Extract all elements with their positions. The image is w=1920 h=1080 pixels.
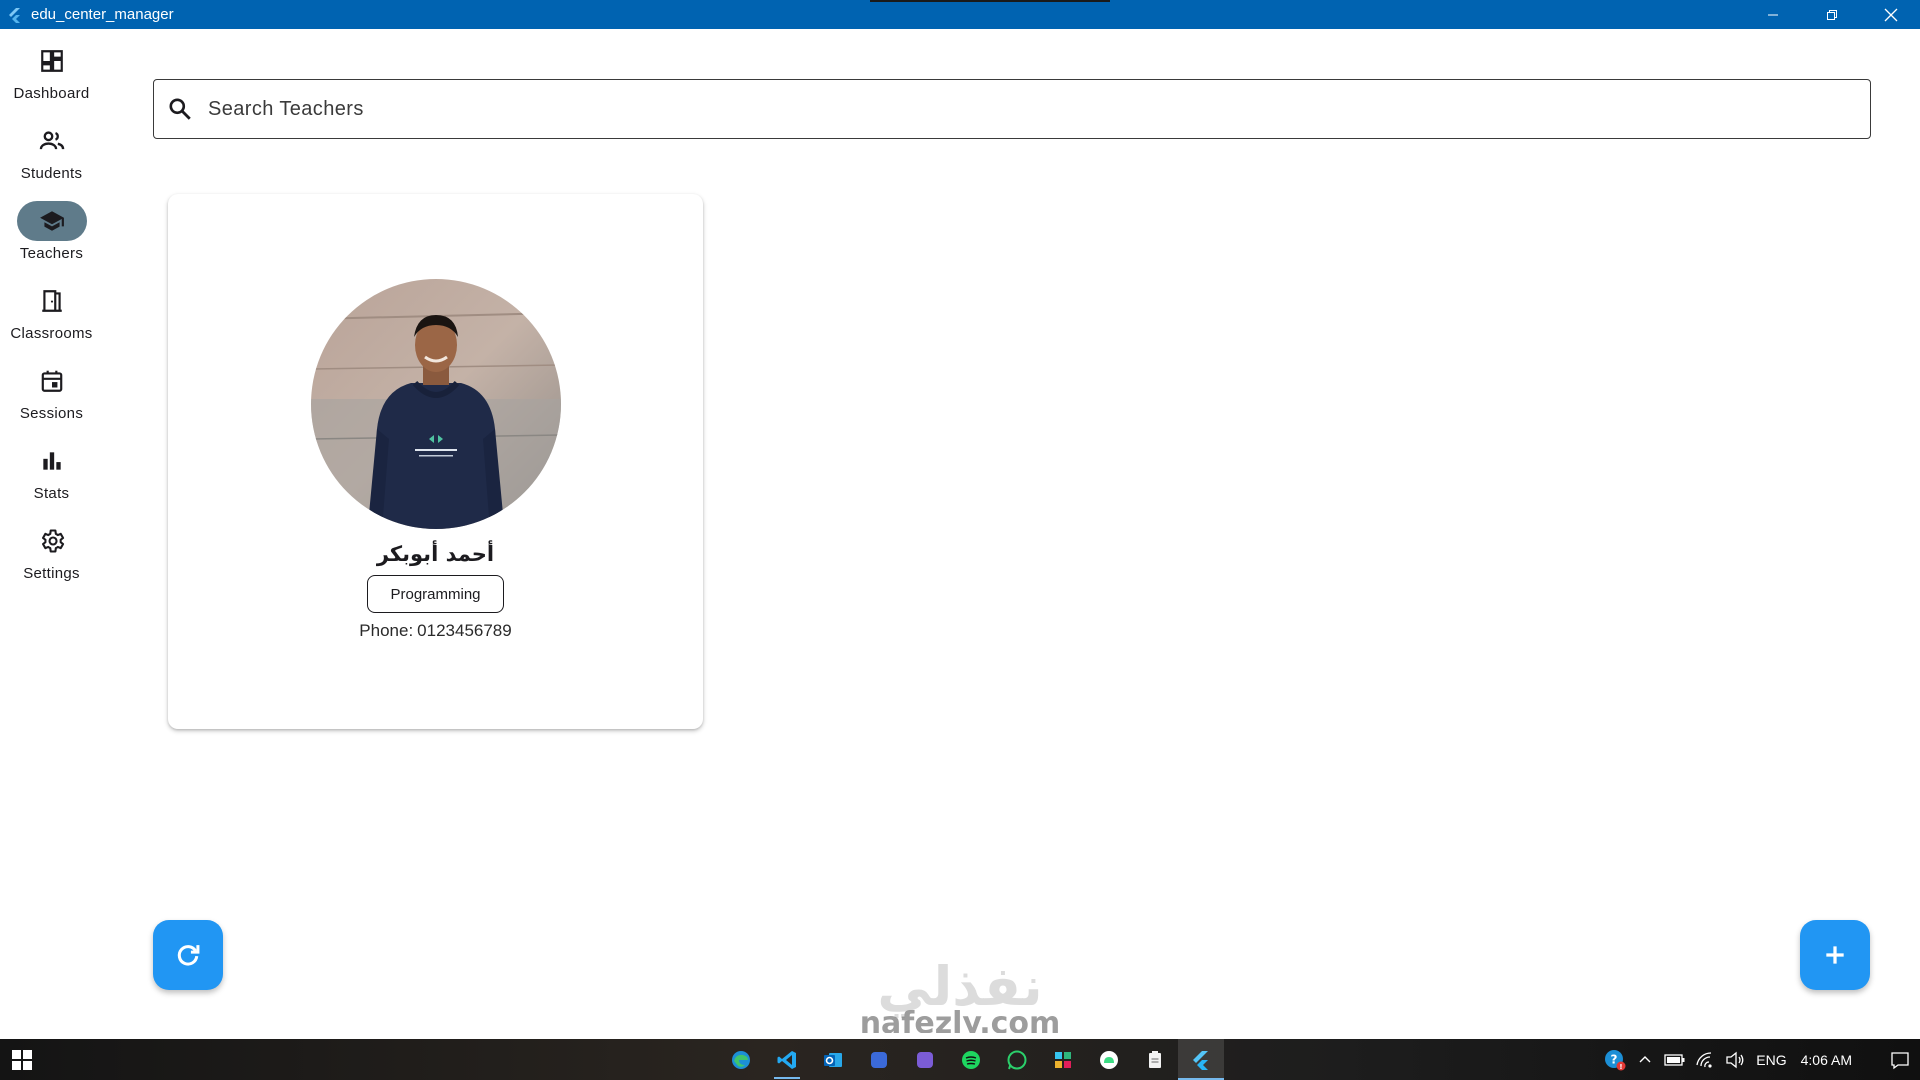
taskbar-vscode[interactable] [764, 1039, 810, 1080]
volume-icon[interactable] [1720, 1039, 1750, 1080]
minimize-icon [1767, 14, 1778, 15]
refresh-button[interactable] [153, 920, 223, 990]
flutter-icon [5, 5, 25, 25]
teacher-phone: Phone: 0123456789 [168, 621, 703, 641]
notification-icon [1891, 1051, 1909, 1069]
calendar-icon [41, 370, 62, 392]
search-field[interactable] [153, 79, 1871, 139]
search-input[interactable] [208, 97, 1808, 121]
start-button[interactable] [0, 1039, 44, 1080]
clock[interactable]: 4:06 AM [1801, 1052, 1852, 1068]
nav-item-sessions[interactable]: Sessions [0, 349, 103, 425]
school-icon [39, 211, 64, 231]
dashboard-icon [40, 50, 63, 72]
drag-indicator [870, 0, 1110, 2]
teacher-card[interactable]: أحمد أبوبكر Programming Phone: 0123456789 [168, 194, 703, 729]
flutter-icon [1193, 1050, 1208, 1070]
nav-item-stats[interactable]: Stats [0, 429, 103, 505]
outlook-icon [824, 1052, 842, 1067]
restore-icon [1826, 9, 1837, 20]
taskbar-notepad[interactable] [1132, 1039, 1178, 1080]
nav-item-dashboard[interactable]: Dashboard [0, 29, 103, 105]
nav-item-students[interactable]: Students [0, 109, 103, 185]
refresh-icon [177, 945, 200, 966]
taskbar-app[interactable] [902, 1039, 948, 1080]
taskbar-app[interactable] [856, 1039, 902, 1080]
nav-label: Classrooms [10, 325, 93, 342]
people-icon [39, 131, 64, 150]
taskbar-slack[interactable] [1040, 1039, 1086, 1080]
taskbar-outlook[interactable] [810, 1039, 856, 1080]
nav-label: Stats [33, 485, 70, 502]
taskbar-android-studio[interactable] [1086, 1039, 1132, 1080]
notification-center-button[interactable] [1880, 1039, 1920, 1080]
svg-text:?: ? [1611, 1052, 1618, 1066]
spotify-icon [962, 1050, 980, 1069]
nav-label: Settings [23, 565, 80, 582]
chevron-up-icon[interactable] [1630, 1039, 1660, 1080]
watermark-logo: نفذلي nafezly.com [850, 955, 1070, 1041]
door-icon [41, 290, 62, 312]
help-icon[interactable]: ?! [1600, 1039, 1630, 1080]
window-title: edu_center_manager [31, 6, 174, 23]
gear-icon [41, 529, 64, 553]
nav-item-teachers[interactable]: Teachers [0, 189, 103, 265]
nav-label: Students [20, 165, 83, 182]
navigation-rail: Dashboard Students Teachers Classrooms S… [0, 29, 103, 1039]
nav-label: Teachers [19, 245, 84, 262]
search-icon [166, 95, 194, 123]
svg-text:nafezly.com: nafezly.com [860, 1006, 1061, 1033]
close-button[interactable] [1861, 0, 1920, 29]
battery-icon[interactable] [1660, 1039, 1690, 1080]
plus-icon [1826, 946, 1844, 964]
notepad-icon [1149, 1050, 1161, 1068]
app-icon [871, 1051, 887, 1068]
phone-value: 0123456789 [417, 621, 512, 640]
bar-chart-icon [42, 452, 61, 470]
windows-taskbar: ?! ENG 4:06 AM [0, 1039, 1920, 1080]
nav-item-classrooms[interactable]: Classrooms [0, 269, 103, 345]
taskbar-flutter-app[interactable] [1178, 1039, 1224, 1080]
teacher-avatar [311, 279, 561, 529]
system-tray: ?! ENG 4:06 AM [1600, 1039, 1920, 1080]
subject-chip: Programming [367, 575, 504, 613]
nav-item-settings[interactable]: Settings [0, 509, 103, 585]
taskbar-edge[interactable] [718, 1039, 764, 1080]
android-studio-icon [1100, 1050, 1118, 1069]
windows-icon [12, 1049, 32, 1070]
vscode-icon [777, 1050, 796, 1069]
minimize-button[interactable] [1743, 0, 1802, 29]
slack-icon [1055, 1051, 1071, 1068]
nav-label: Dashboard [13, 85, 90, 102]
wifi-icon[interactable] [1690, 1039, 1720, 1080]
svg-text:!: ! [1620, 1063, 1623, 1071]
taskbar-whatsapp[interactable] [994, 1039, 1040, 1080]
language-indicator[interactable]: ENG [1756, 1052, 1786, 1068]
whatsapp-icon [1007, 1050, 1027, 1069]
close-icon [1884, 8, 1897, 21]
taskbar-spotify[interactable] [948, 1039, 994, 1080]
title-bar: edu_center_manager [0, 0, 1920, 29]
add-teacher-button[interactable] [1800, 920, 1870, 990]
teacher-name: أحمد أبوبكر [376, 542, 495, 566]
restore-button[interactable] [1802, 0, 1861, 29]
nav-label: Sessions [19, 405, 84, 422]
phone-label: Phone: [359, 621, 414, 640]
edge-icon [732, 1050, 750, 1069]
app-icon [917, 1051, 933, 1068]
